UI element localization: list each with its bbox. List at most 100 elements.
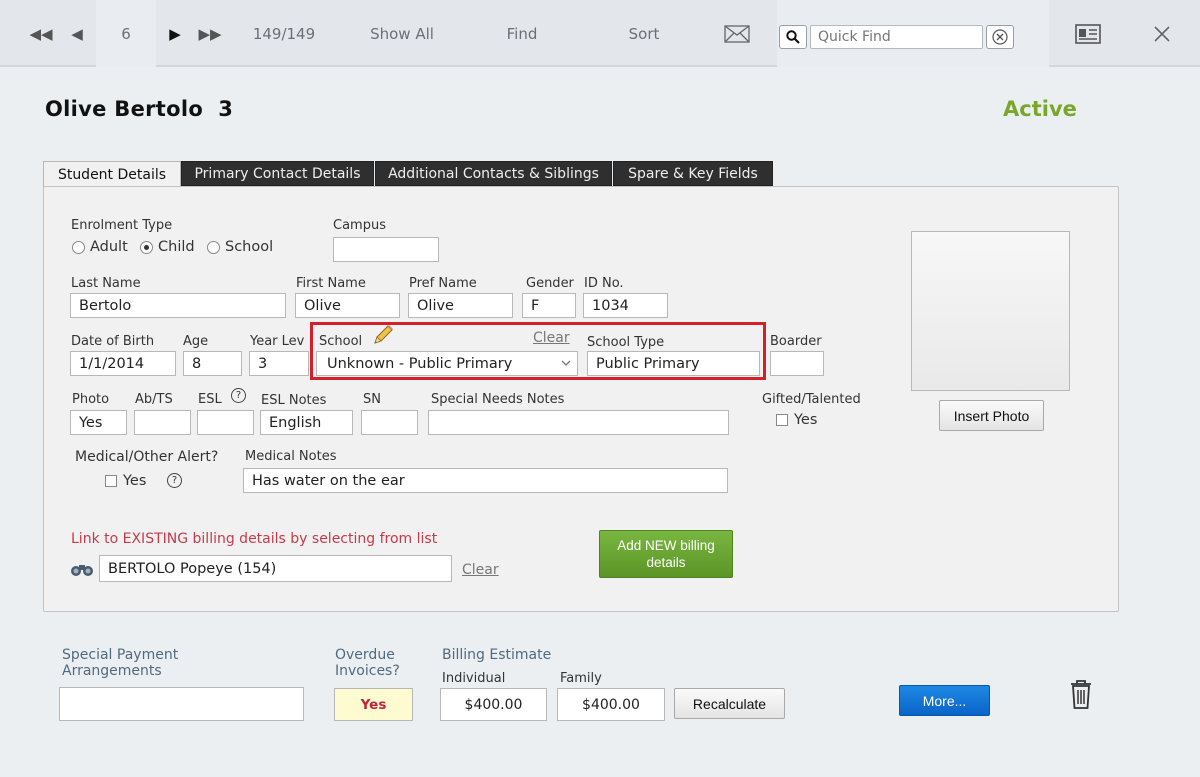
add-new-billing-button[interactable]: Add NEW billing details (599, 530, 733, 578)
sn-field[interactable] (361, 410, 418, 435)
last-name-label: Last Name (71, 276, 141, 291)
show-all-button[interactable]: Show All (358, 0, 446, 67)
tab-label: Primary Contact Details (194, 165, 361, 182)
more-button[interactable]: More... (899, 685, 990, 716)
gifted-yes-label: Yes (794, 412, 818, 428)
campus-label: Campus (333, 218, 386, 233)
record-number: 6 (121, 24, 131, 43)
medical-yes-label: Yes (123, 473, 147, 489)
photo-label: Photo (72, 392, 110, 407)
previous-record-icon[interactable]: ◀ (62, 0, 92, 67)
overdue-invoices-field[interactable]: Yes (334, 688, 413, 721)
dob-label: Date of Birth (71, 334, 155, 349)
student-photo (911, 231, 1070, 391)
medical-notes-label: Medical Notes (245, 449, 337, 464)
clear-search-icon[interactable] (986, 25, 1014, 49)
special-payment-line1: Special Payment (62, 647, 179, 663)
last-name-field[interactable]: Bertolo (70, 293, 286, 318)
esl-notes-label: ESL Notes (261, 393, 327, 408)
abts-field[interactable] (134, 410, 191, 435)
next-record-icon[interactable]: ▶ (160, 0, 190, 67)
email-icon[interactable] (720, 0, 754, 67)
special-payment-line2: Arrangements (62, 663, 162, 679)
boarder-field[interactable] (770, 351, 824, 376)
gender-label: Gender (526, 276, 574, 291)
search-icon[interactable] (779, 25, 807, 49)
individual-estimate-field[interactable]: $400.00 (440, 688, 547, 721)
status-label: Active (1003, 97, 1077, 121)
billing-estimate-label: Billing Estimate (442, 647, 552, 663)
school-type-field[interactable]: Public Primary (587, 351, 760, 376)
medical-notes-field[interactable]: Has water on the ear (243, 468, 728, 493)
school-dropdown[interactable]: Unknown - Public Primary (316, 351, 578, 376)
pref-name-field[interactable]: Olive (408, 293, 513, 318)
photo-field[interactable]: Yes (70, 410, 127, 435)
esl-field[interactable] (197, 410, 254, 435)
gender-field[interactable]: F (522, 293, 576, 318)
special-payment-field[interactable] (59, 687, 304, 721)
billing-contact-field[interactable]: BERTOLO Popeye (154) (99, 555, 452, 582)
close-icon[interactable] (1146, 0, 1178, 67)
quick-find-input[interactable] (810, 25, 983, 49)
record-number-field[interactable]: 6 (96, 0, 156, 67)
pref-name-label: Pref Name (409, 276, 477, 291)
family-label: Family (560, 671, 602, 686)
overdue-invoices-label: Overdue Invoices? (335, 647, 400, 679)
medical-help-icon[interactable]: ? (167, 473, 182, 488)
tab-student-details[interactable]: Student Details (43, 161, 181, 188)
find-button[interactable]: Find (492, 0, 552, 67)
tab-label: Additional Contacts & Siblings (388, 165, 599, 182)
link-existing-billing-label: Link to EXISTING billing details by sele… (71, 531, 438, 547)
tab-primary-contact-details[interactable]: Primary Contact Details (181, 161, 374, 186)
id-card-icon[interactable] (1068, 0, 1108, 67)
esl-help-icon[interactable]: ? (231, 388, 246, 403)
school-selected: Unknown - Public Primary (327, 355, 513, 372)
insert-photo-button[interactable]: Insert Photo (939, 400, 1044, 431)
age-field[interactable]: 8 (183, 351, 242, 376)
radio-adult[interactable] (72, 241, 85, 254)
first-record-icon[interactable]: ◀◀ (26, 0, 56, 67)
school-label: School (319, 334, 363, 349)
esl-notes-field[interactable]: English (260, 410, 353, 435)
age-label: Age (183, 334, 209, 349)
medical-checkbox[interactable] (105, 475, 117, 487)
special-payment-label: Special Payment Arrangements (62, 647, 178, 679)
sn-label: SN (363, 392, 381, 407)
first-name-label: First Name (296, 276, 366, 291)
school-clear-link[interactable]: Clear (533, 330, 570, 346)
radio-school[interactable] (207, 241, 220, 254)
radio-adult-label: Adult (90, 239, 128, 255)
last-record-icon[interactable]: ▶▶ (195, 0, 225, 67)
special-needs-label: Special Needs Notes (431, 392, 565, 407)
family-estimate-field[interactable]: $400.00 (557, 688, 665, 721)
recalculate-button[interactable]: Recalculate (674, 688, 785, 719)
tab-additional-contacts[interactable]: Additional Contacts & Siblings (375, 161, 612, 186)
billing-clear-link[interactable]: Clear (462, 562, 499, 578)
year-level-field[interactable]: 3 (249, 351, 309, 376)
first-name-field[interactable]: Olive (295, 293, 400, 318)
pencil-icon[interactable] (372, 324, 394, 350)
id-field[interactable]: 1034 (583, 293, 668, 318)
enrolment-type-label: Enrolment Type (71, 218, 173, 233)
add-billing-line1: Add NEW billing (617, 538, 715, 553)
individual-label: Individual (442, 671, 506, 686)
trash-icon[interactable] (1069, 679, 1093, 714)
binoculars-icon[interactable] (70, 561, 94, 581)
esl-label: ESL (198, 392, 222, 407)
radio-school-label: School (225, 239, 274, 255)
page-title: Olive Bertolo 3 (45, 97, 234, 121)
abts-label: Ab/TS (135, 392, 173, 407)
dob-field[interactable]: 1/1/2014 (70, 351, 176, 376)
gifted-checkbox[interactable] (776, 414, 788, 426)
radio-child[interactable] (140, 241, 153, 254)
sort-button[interactable]: Sort (614, 0, 674, 67)
id-label: ID No. (584, 276, 624, 291)
overdue-line2: Invoices? (335, 663, 400, 679)
chevron-down-icon (561, 356, 571, 374)
campus-field[interactable] (333, 237, 439, 262)
record-count: 149/149 (252, 24, 316, 43)
special-needs-field[interactable] (428, 410, 729, 435)
tab-spare-key-fields[interactable]: Spare & Key Fields (613, 161, 773, 186)
gifted-label: Gifted/Talented (762, 392, 861, 407)
boarder-label: Boarder (770, 334, 822, 349)
